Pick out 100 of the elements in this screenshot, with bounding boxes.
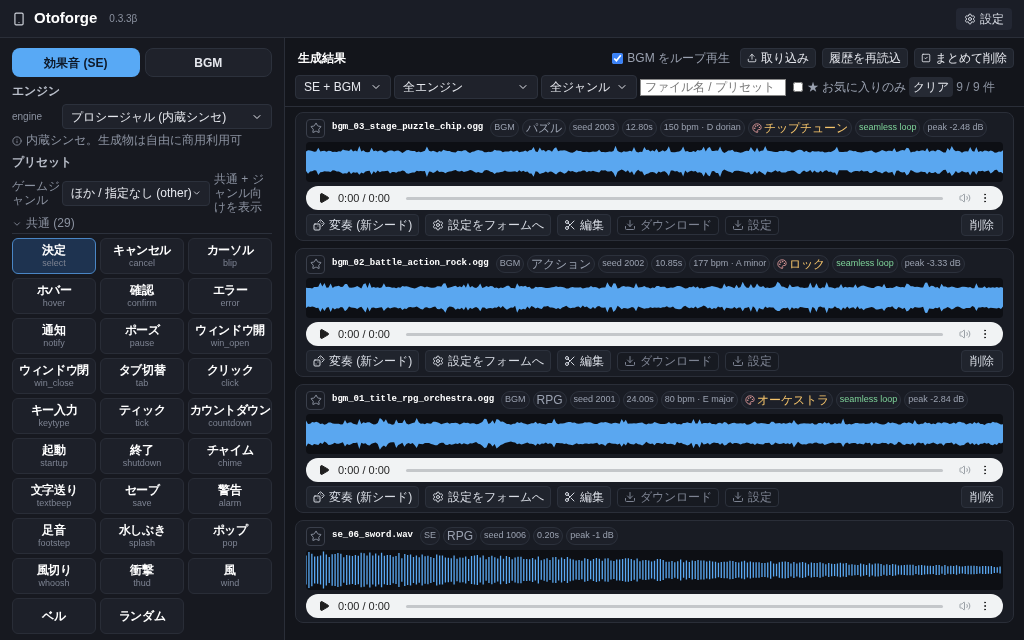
delete-button[interactable]: 削除 (961, 214, 1003, 236)
genre-hint: 共通 + ジャンル向けを表示 (214, 172, 265, 214)
action-button[interactable]: 変奏 (新シード) (306, 350, 420, 372)
audio-player[interactable]: 0:00 / 0:00 (306, 186, 1003, 210)
filter-select[interactable]: 全エンジン (394, 75, 538, 99)
file-name: bgm_03_stage_puzzle_chip.ogg (332, 121, 484, 135)
preset-button[interactable]: ランダム (100, 598, 184, 634)
tag: パズル (521, 119, 566, 137)
action-button[interactable]: 設定をフォームへ (425, 350, 552, 372)
preset-button[interactable]: 風切り whoosh (12, 558, 96, 594)
preset-button[interactable]: キー入力 keytype (12, 398, 96, 434)
preset-button[interactable]: キャンセル cancel (100, 238, 184, 274)
favorite-toggle[interactable] (306, 526, 325, 546)
play-icon[interactable] (318, 328, 330, 340)
preset-button[interactable]: クリック click (188, 358, 272, 394)
action-button[interactable]: 設定をフォームへ (425, 486, 552, 508)
play-icon[interactable] (318, 600, 330, 612)
preset-button[interactable]: 終了 shutdown (100, 438, 184, 474)
group-toggle[interactable]: 共通 (29) (12, 216, 272, 234)
preset-button[interactable]: ベル (12, 598, 96, 634)
preset-button[interactable]: エラー error (188, 278, 272, 314)
mode-tab[interactable]: BGM (144, 48, 272, 77)
preset-button[interactable]: タブ切替 tab (100, 358, 184, 394)
tag: peak -2.84 dB (904, 391, 969, 409)
tag: RPG (532, 391, 567, 409)
favorite-toggle[interactable] (306, 254, 325, 274)
tag: BGM (490, 119, 519, 137)
filter-select[interactable]: 全ジャンル (541, 75, 637, 99)
audio-player[interactable]: 0:00 / 0:00 (306, 594, 1003, 618)
action-button[interactable]: 編集 (557, 350, 612, 372)
volume-icon[interactable] (959, 464, 971, 476)
tag: BGM (501, 391, 530, 409)
action-button[interactable]: 変奏 (新シード) (306, 486, 420, 508)
preset-button[interactable]: ウィンドウ開 win_open (188, 318, 272, 354)
download-icon (624, 491, 637, 503)
checkbox-label: ★ お気に入りのみ (807, 79, 907, 96)
preset-button[interactable]: 風 wind (188, 558, 272, 594)
favorites-checkbox[interactable] (793, 82, 803, 92)
action-button[interactable]: 編集 (557, 486, 612, 508)
tag: 177 bpm · A minor (689, 255, 771, 273)
clear-button[interactable]: クリア (909, 77, 954, 97)
volume-icon[interactable] (959, 328, 971, 340)
preset-button[interactable]: ポーズ pause (100, 318, 184, 354)
preset-button[interactable]: セーブ save (100, 478, 184, 514)
phone-icon (12, 11, 26, 26)
settings-button[interactable]: 設定 (956, 7, 1012, 30)
preset-button[interactable]: ティック tick (100, 398, 184, 434)
delete-button[interactable]: 削除 (961, 486, 1003, 508)
filter-select[interactable]: SE + BGM (295, 75, 391, 99)
preset-button[interactable]: ポップ pop (188, 518, 272, 554)
favorite-toggle[interactable] (306, 118, 325, 138)
star-icon (309, 530, 322, 542)
engine-select[interactable]: プロシージャル (内蔵シンセ) (62, 104, 272, 129)
tag: peak -1 dB (566, 527, 618, 545)
play-icon[interactable] (318, 464, 330, 476)
preset-button[interactable]: 衝撃 thud (100, 558, 184, 594)
toolbar-button[interactable]: 取り込み (740, 48, 816, 68)
download-icon (732, 219, 745, 231)
search-field[interactable]: ファイル名 / プリセット (640, 78, 786, 96)
gear-icon (432, 219, 445, 231)
preset-button[interactable]: 水しぶき splash (100, 518, 184, 554)
action-button[interactable]: 編集 (557, 214, 612, 236)
volume-icon[interactable] (959, 192, 971, 204)
preset-button[interactable]: カーソル blip (188, 238, 272, 274)
delete-button[interactable]: 削除 (961, 350, 1003, 372)
time-readout: 0:00 / 0:00 (338, 190, 390, 206)
play-icon[interactable] (318, 192, 330, 204)
audio-player[interactable]: 0:00 / 0:00 (306, 322, 1003, 346)
toolbar-button[interactable]: 履歴を再読込 (822, 48, 908, 68)
preset-button[interactable]: 警告 alarm (188, 478, 272, 514)
preset-button[interactable]: 確認 confirm (100, 278, 184, 314)
preset-button[interactable]: 決定 select (12, 238, 96, 274)
time-readout: 0:00 / 0:00 (338, 326, 390, 342)
preset-button[interactable]: 通知 notify (12, 318, 96, 354)
loop-checkbox[interactable] (612, 52, 624, 64)
preset-button[interactable]: ホバー hover (12, 278, 96, 314)
preset-button[interactable]: 足音 footstep (12, 518, 96, 554)
page-title: 生成結果 (297, 50, 347, 67)
genre-select[interactable]: ほか / 指定なし (other) (62, 180, 210, 206)
palette-icon (777, 259, 788, 269)
audio-player[interactable]: 0:00 / 0:00 (306, 458, 1003, 482)
preset-button[interactable]: 文字送り textbeep (12, 478, 96, 514)
preset-button[interactable]: カウントダウン countdown (188, 398, 272, 434)
scissors-icon (564, 219, 577, 231)
preset-button[interactable]: チャイム chime (188, 438, 272, 474)
action-button[interactable]: 変奏 (新シード) (306, 214, 420, 236)
tag: BGM (495, 255, 525, 273)
preset-button[interactable]: ウィンドウ閉 win_close (12, 358, 96, 394)
info-icon (12, 135, 22, 146)
action-button[interactable]: 設定をフォームへ (425, 214, 552, 236)
volume-icon[interactable] (959, 600, 971, 612)
mode-tab[interactable]: 効果音 (SE) (12, 48, 140, 77)
tag: 10.85s (651, 255, 687, 273)
tag: 80 bpm · E major (660, 391, 738, 409)
preset-button[interactable]: 起動 startup (12, 438, 96, 474)
tag: オーケストラ (740, 391, 833, 409)
star-icon (309, 122, 322, 134)
tag: SE (420, 527, 441, 545)
favorite-toggle[interactable] (306, 390, 325, 410)
toolbar-button[interactable]: まとめて削除 (914, 48, 1014, 68)
